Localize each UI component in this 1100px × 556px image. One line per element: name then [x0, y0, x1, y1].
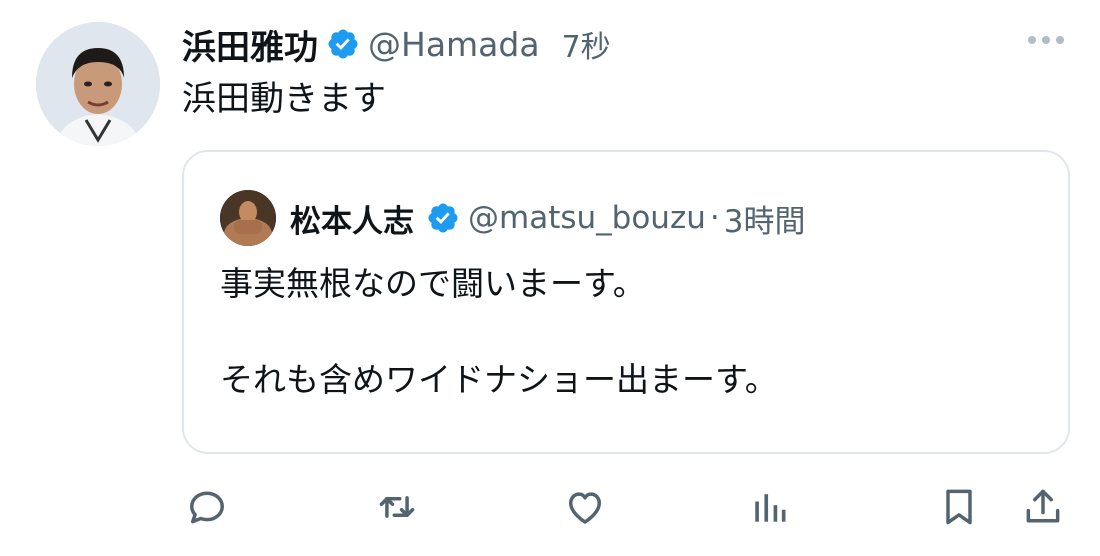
- more-options-icon[interactable]: [1018, 22, 1074, 58]
- tweet-time[interactable]: 7秒: [562, 22, 611, 66]
- author-avatar[interactable]: [36, 22, 160, 146]
- quote-tweet-card[interactable]: 松本人志 @matsu_bouzu · 3時間 事実無根なので闘いまーす。 それ…: [182, 150, 1070, 454]
- quote-author-handle[interactable]: @matsu_bouzu: [468, 200, 706, 236]
- like-icon[interactable]: [560, 482, 610, 532]
- quote-author-avatar[interactable]: [220, 190, 276, 246]
- quote-time[interactable]: 3時間: [724, 196, 806, 241]
- author-handle[interactable]: @Hamada: [368, 25, 540, 64]
- separator-dot: ·: [709, 200, 720, 236]
- verified-badge-icon: [326, 27, 360, 61]
- quote-author-name[interactable]: 松本人志: [290, 196, 414, 241]
- bookmark-icon[interactable]: [934, 482, 984, 532]
- verified-badge-icon: [426, 201, 460, 235]
- quote-text: 事実無根なので闘いまーす。 それも含めワイドナショー出まーす。: [220, 260, 778, 404]
- tweet-text: 浜田動きます: [182, 79, 386, 119]
- views-icon[interactable]: [744, 482, 794, 532]
- quote-text-line: [220, 308, 778, 356]
- quote-text-line: 事実無根なので闘いまーす。: [220, 264, 646, 303]
- tweet-header: 浜田雅功 @Hamada 7秒: [182, 16, 611, 72]
- reply-icon[interactable]: [182, 482, 232, 532]
- action-bar: [0, 474, 1100, 538]
- quote-text-line: それも含めワイドナショー出まーす。: [220, 360, 778, 399]
- retweet-icon[interactable]: [372, 482, 422, 532]
- share-icon[interactable]: [1018, 482, 1068, 532]
- author-name[interactable]: 浜田雅功: [182, 20, 318, 69]
- quote-header: 松本人志 @matsu_bouzu · 3時間: [290, 192, 805, 244]
